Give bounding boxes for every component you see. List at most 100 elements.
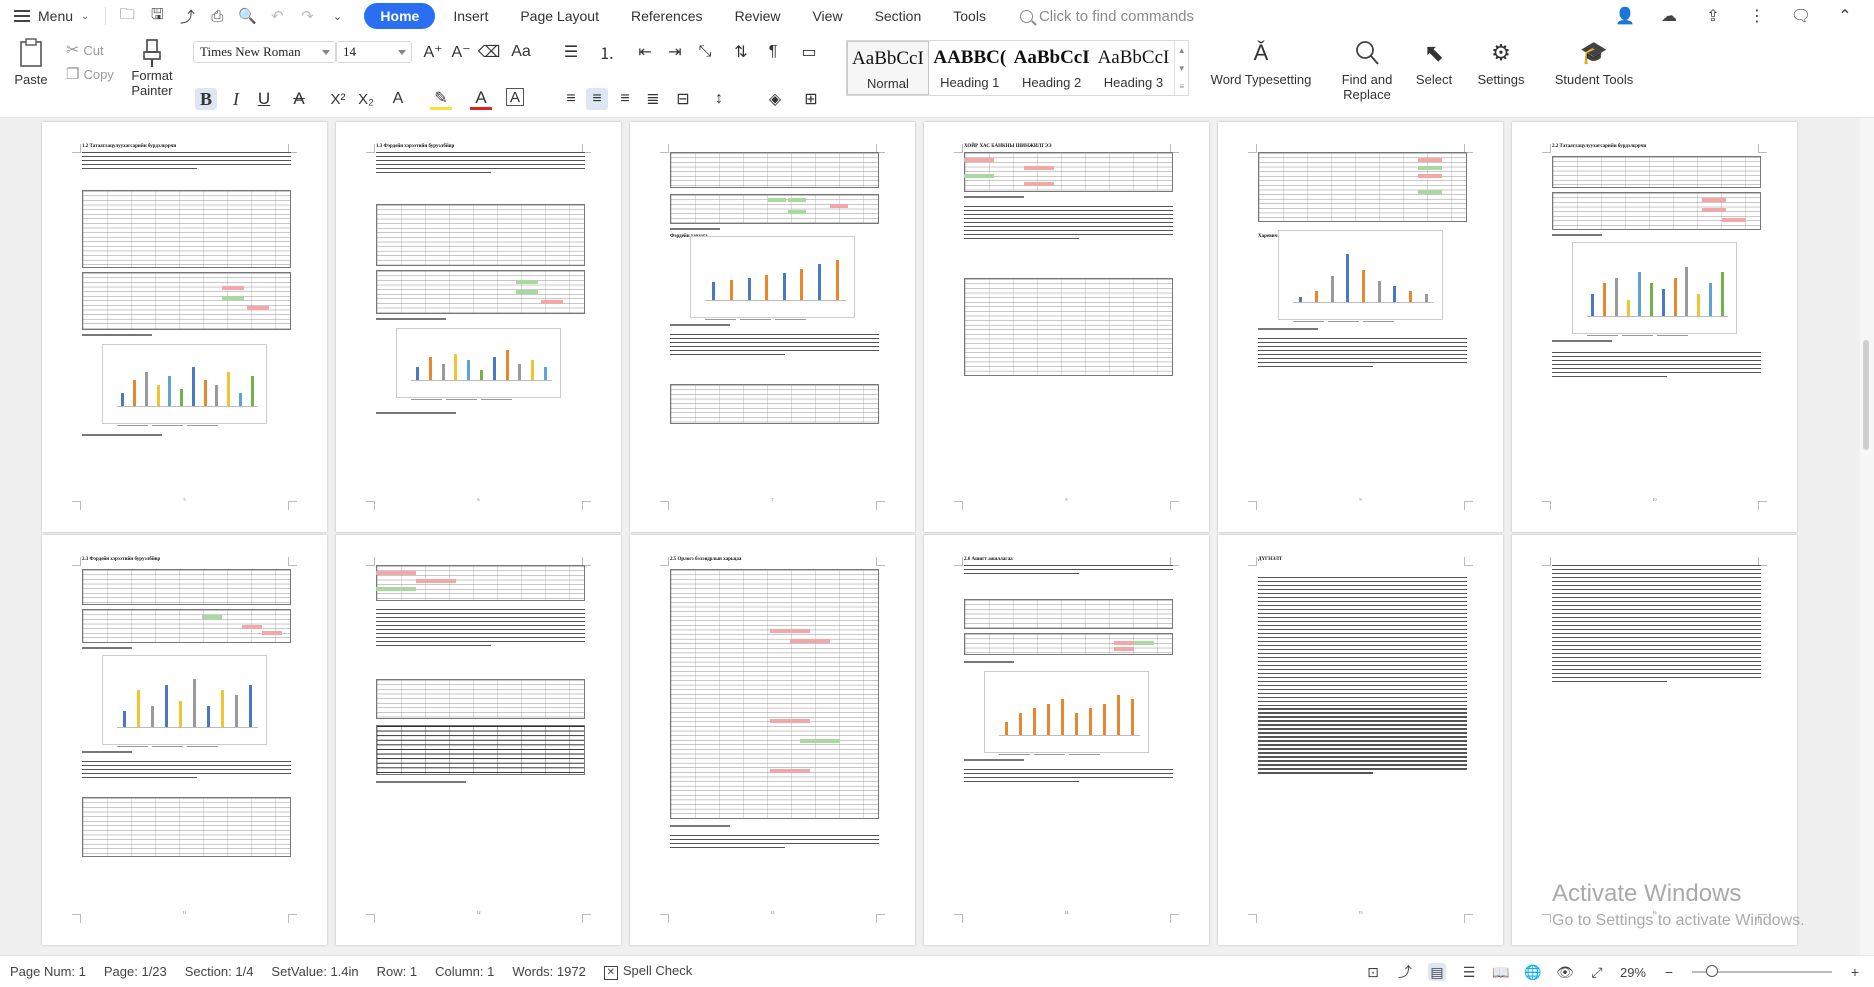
document-page[interactable]: Харевич 9 xyxy=(1218,122,1503,532)
main-menu-button[interactable]: Menu ⌄ xyxy=(0,0,99,32)
share-user-icon[interactable]: 👤 xyxy=(1612,3,1638,29)
superscript-icon[interactable]: X² xyxy=(327,88,349,110)
distributed-icon[interactable]: ⊟ xyxy=(672,88,694,110)
document-canvas[interactable]: 1.2 Татаатлацулуухагсарийн бурдэлцэрчи 5 1… xyxy=(0,118,1874,955)
tab-home[interactable]: Home xyxy=(364,3,436,29)
align-left-icon[interactable]: ≡ xyxy=(560,88,582,110)
redo-icon[interactable]: ↷ xyxy=(294,3,320,29)
document-page[interactable]: Фэрдейн хэрээтэ 7 xyxy=(630,122,915,532)
bullets-icon[interactable]: ☰ xyxy=(560,41,582,63)
cloud-sync-icon[interactable]: ☁ xyxy=(1656,3,1682,29)
decrease-indent-icon[interactable]: ⇤ xyxy=(634,41,656,63)
document-page[interactable]: 1.2 Татаатлацулуухагсарийн бурдэлцэрчи 5 xyxy=(42,122,327,532)
reading-view-icon[interactable]: 📖 xyxy=(1492,963,1510,981)
strikethrough-icon[interactable]: A xyxy=(288,88,310,110)
student-tools-button[interactable]: 🎓 Student Tools xyxy=(1548,34,1640,87)
change-case-icon[interactable]: Aa xyxy=(506,41,536,63)
command-search[interactable]: Click to find commands xyxy=(1019,8,1194,25)
customize-chevron-icon[interactable]: ⌄ xyxy=(324,3,350,29)
export-pdf-icon[interactable]: ⤴ xyxy=(1396,963,1414,981)
tab-review[interactable]: Review xyxy=(721,3,795,29)
more-icon[interactable]: ⋮ xyxy=(1744,3,1770,29)
align-right-icon[interactable]: ≡ xyxy=(614,88,636,110)
print-icon[interactable]: ⎙ xyxy=(204,3,230,29)
numbering-icon[interactable]: ⒈ xyxy=(596,41,618,63)
increase-indent-icon[interactable]: ⇥ xyxy=(664,41,686,63)
styles-scroller[interactable]: ▲ ▼ ≡ xyxy=(1174,41,1188,95)
style-heading-2[interactable]: AaBbCcI Heading 2 xyxy=(1011,41,1093,95)
zoom-slider-knob[interactable] xyxy=(1706,965,1718,977)
status-page[interactable]: Page: 1/23 xyxy=(104,964,167,979)
zoom-slider[interactable] xyxy=(1692,965,1832,977)
status-setvalue[interactable]: SetValue: 1.4in xyxy=(271,964,358,979)
open-folder-icon[interactable]: 🗀 xyxy=(114,3,140,29)
settings-button[interactable]: ⚙ Settings xyxy=(1470,34,1532,87)
highlight-icon[interactable]: ✎ xyxy=(430,88,452,110)
font-name-select[interactable]: Times New Roman xyxy=(193,41,336,63)
justify-icon[interactable]: ≣ xyxy=(642,88,664,110)
character-border-icon[interactable]: A xyxy=(506,88,524,106)
status-row[interactable]: Row: 1 xyxy=(377,964,417,979)
italic-icon[interactable]: I xyxy=(225,88,247,110)
cut-button[interactable]: ✂ Cut xyxy=(66,40,104,60)
export-icon[interactable]: ⤴ xyxy=(174,3,200,29)
page-view-icon[interactable]: ▤ xyxy=(1427,963,1446,981)
tab-tools[interactable]: Tools xyxy=(939,3,1000,29)
subscript-icon[interactable]: X₂ xyxy=(355,88,377,110)
vertical-scrollbar[interactable] xyxy=(1860,118,1874,955)
clear-format-icon[interactable]: ⌫ xyxy=(478,41,501,63)
fit-page-icon[interactable]: ⤢ xyxy=(1588,963,1606,981)
zoom-value[interactable]: 29% xyxy=(1620,965,1646,980)
undo-icon[interactable]: ↶ xyxy=(264,3,290,29)
document-page[interactable]: 2.2 Татаатлацулуухагсарийн бурдэлцэрчи 10 xyxy=(1512,122,1797,532)
document-page[interactable]: ХОЙР ХАС БАНКНЫ ШИНЖИЛГЭЭ 8 xyxy=(924,122,1209,532)
comment-icon[interactable]: 🗨 xyxy=(1788,3,1814,29)
font-size-select[interactable]: 14 xyxy=(336,41,412,63)
zoom-in-icon[interactable]: + xyxy=(1846,963,1864,981)
zoom-out-icon[interactable]: − xyxy=(1660,963,1678,981)
status-section[interactable]: Section: 1/4 xyxy=(185,964,254,979)
grow-font-icon[interactable]: A⁺ xyxy=(422,41,444,63)
bold-icon[interactable]: B xyxy=(195,88,217,110)
status-words[interactable]: Words: 1972 xyxy=(512,964,585,979)
word-typesetting-button[interactable]: Ǎ Word Typesetting xyxy=(1206,34,1316,87)
style-heading-3[interactable]: AaBbCcI Heading 3 xyxy=(1093,41,1175,95)
status-column[interactable]: Column: 1 xyxy=(435,964,494,979)
paste-button[interactable]: Paste xyxy=(10,34,52,87)
tab-references[interactable]: References xyxy=(617,3,717,29)
collapse-ribbon-icon[interactable]: ⌃ xyxy=(1832,3,1858,29)
style-heading-1[interactable]: AABBC( Heading 1 xyxy=(929,41,1011,95)
tab-insert[interactable]: Insert xyxy=(439,3,502,29)
document-page[interactable]: ДҮГНЭЛТ 15 xyxy=(1218,535,1503,945)
upload-icon[interactable]: ⇪ xyxy=(1700,3,1726,29)
status-page-num[interactable]: Page Num: 1 xyxy=(10,964,86,979)
document-page[interactable]: 2.5 Орлогэ бэлэвдрлын харьцаа 13 xyxy=(630,535,915,945)
save-icon[interactable]: 🖫 xyxy=(144,3,170,29)
web-view-icon[interactable]: 🌐 xyxy=(1524,963,1542,981)
line-spacing-icon[interactable]: ↕ xyxy=(708,88,730,110)
font-color-icon[interactable]: A xyxy=(470,88,492,110)
style-normal[interactable]: AaBbCcI Normal xyxy=(847,41,929,95)
text-direction-icon[interactable]: ⤡ xyxy=(694,41,716,63)
underline-icon[interactable]: U xyxy=(253,88,275,110)
outline-view-icon[interactable]: ☰ xyxy=(1460,963,1478,981)
document-page[interactable]: 12 xyxy=(336,535,621,945)
format-painter-button[interactable]: Format Painter xyxy=(128,34,176,98)
spell-check-button[interactable]: ✕ Spell Check xyxy=(603,963,692,980)
document-page[interactable]: 2.6 Ашигт ажиллагаа 14 xyxy=(924,535,1209,945)
copy-button[interactable]: ❐ Copy xyxy=(66,65,114,83)
tab-page-layout[interactable]: Page Layout xyxy=(506,3,613,29)
tab-section[interactable]: Section xyxy=(861,3,936,29)
document-page[interactable]: 1.3 Фэрдейн хэрээтийн буруэлбйвр 6 xyxy=(336,122,621,532)
print-preview-icon[interactable]: 🔍 xyxy=(234,3,260,29)
paragraph-mark-icon[interactable]: ¶ xyxy=(762,41,784,63)
scrollbar-thumb[interactable] xyxy=(1863,340,1869,450)
tab-view[interactable]: View xyxy=(798,3,856,29)
align-center-icon[interactable]: ≡ xyxy=(586,88,608,110)
text-effect-icon[interactable]: A xyxy=(387,88,409,110)
sort-icon[interactable]: ⇅ xyxy=(730,41,752,63)
borders-icon[interactable]: ⊞ xyxy=(800,88,822,110)
eye-protection-icon[interactable]: 👁 xyxy=(1556,963,1574,981)
document-page[interactable]: 2.3 Фэрдейн хэрээтийн буруэлбйвр 11 xyxy=(42,535,327,945)
find-replace-button[interactable]: Find and Replace xyxy=(1334,34,1400,102)
